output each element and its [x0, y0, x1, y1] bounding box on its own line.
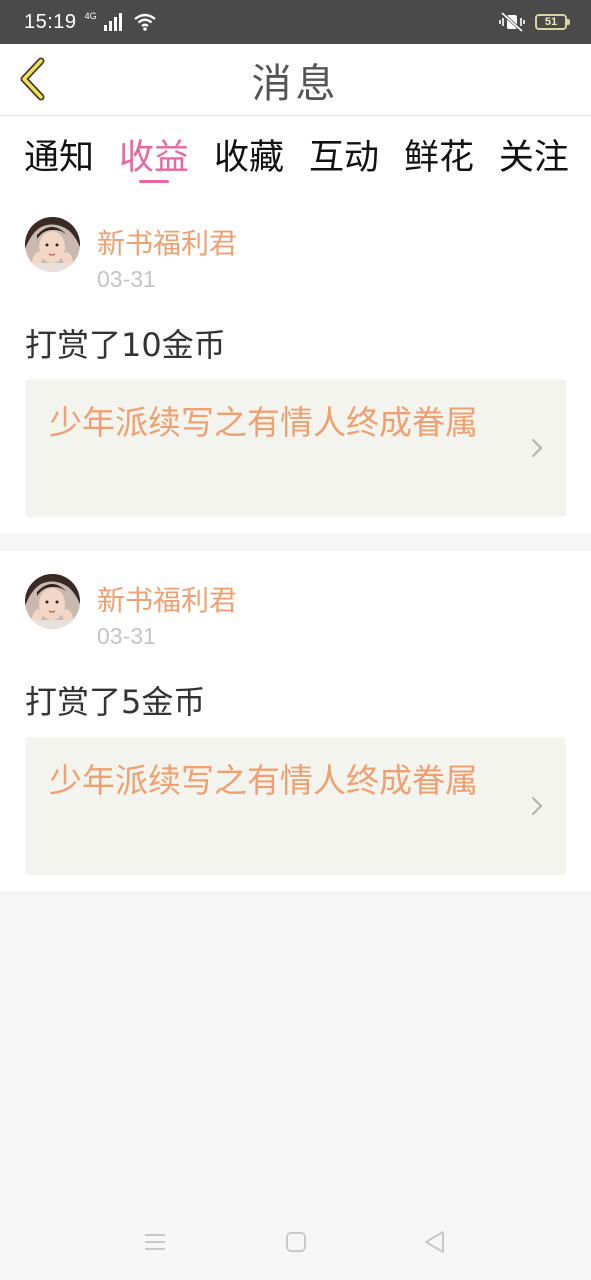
message-date: 03-31	[97, 266, 156, 292]
back-triangle-icon[interactable]	[421, 1228, 449, 1256]
header: 消息	[0, 44, 591, 116]
message-card: 新书福利君 03-31 打赏了10金币 少年派续写之有情人终成眷属	[0, 196, 591, 533]
page-title: 消息	[251, 60, 340, 107]
book-title: 少年派续写之有情人终成眷属	[49, 403, 478, 442]
status-right: 51	[499, 12, 570, 32]
tab-flowers[interactable]: 鲜花	[404, 116, 474, 196]
system-nav-bar	[0, 1204, 591, 1280]
sender-name: 新书福利君	[97, 584, 238, 617]
back-button[interactable]	[14, 56, 50, 102]
tab-earnings[interactable]: 收益	[119, 116, 189, 196]
book-title: 少年派续写之有情人终成眷属	[49, 761, 478, 800]
chevron-left-icon	[20, 57, 45, 101]
book-link[interactable]: 少年派续写之有情人终成眷属	[25, 737, 566, 875]
battery-level: 51	[544, 16, 558, 28]
tab-follows[interactable]: 关注	[499, 116, 569, 196]
message-text: 打赏了10金币	[25, 326, 226, 364]
book-link[interactable]: 少年派续写之有情人终成眷属	[25, 379, 566, 517]
status-left: 15:19 4G	[24, 11, 157, 34]
tab-favorites[interactable]: 收藏	[214, 116, 284, 196]
tab-notifications[interactable]: 通知	[24, 116, 94, 196]
vibrate-mute-icon	[499, 12, 525, 32]
chevron-right-icon	[532, 797, 543, 815]
wifi-icon	[133, 13, 156, 31]
home-icon[interactable]	[282, 1228, 310, 1256]
status-time: 15:19	[24, 10, 77, 33]
message-date: 03-31	[97, 623, 156, 649]
sender-name: 新书福利君	[97, 227, 238, 260]
chevron-right-icon	[532, 439, 543, 457]
avatar[interactable]	[25, 217, 80, 272]
message-text: 打赏了5金币	[25, 683, 206, 721]
avatar[interactable]	[25, 574, 80, 629]
menu-icon[interactable]	[141, 1228, 169, 1256]
status-bar: 15:19 4G 51	[0, 0, 591, 44]
message-card: 新书福利君 03-31 打赏了5金币 少年派续写之有情人终成眷属	[0, 551, 591, 891]
battery-icon: 51	[535, 14, 570, 30]
signal-icon	[103, 13, 122, 31]
tab-bar: 通知 收益 收藏 互动 鲜花 关注	[0, 116, 591, 196]
tab-interactions[interactable]: 互动	[309, 116, 379, 196]
avatar-image	[25, 574, 80, 629]
avatar-image	[25, 217, 80, 272]
network-type-label: 4G	[84, 11, 97, 21]
